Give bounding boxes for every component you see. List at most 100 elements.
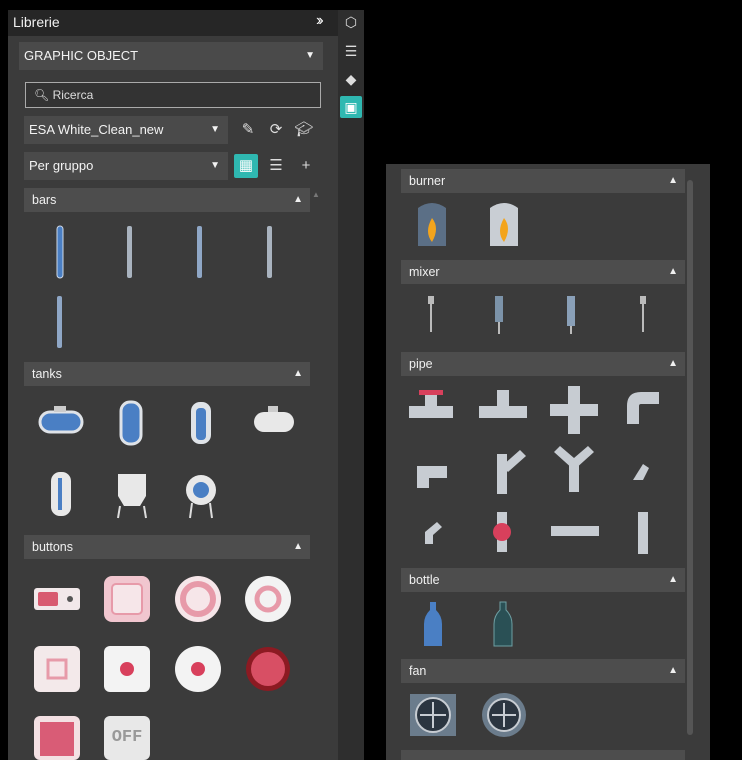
- button-square-small-item[interactable]: [34, 646, 80, 692]
- pipe-angle-item[interactable]: [633, 464, 649, 480]
- section-label: tanks: [32, 367, 62, 381]
- button-square-gradient-item[interactable]: [34, 716, 80, 760]
- button-round-ring-item[interactable]: [245, 576, 291, 622]
- chevron-down-icon: ▼: [210, 124, 220, 135]
- pipe-angle-item[interactable]: [425, 522, 442, 544]
- mixer-item[interactable]: [640, 296, 646, 332]
- add-icon[interactable]: +: [294, 154, 318, 178]
- chevron-up-icon: ▲: [668, 358, 678, 369]
- button-switch-item[interactable]: [34, 588, 80, 610]
- collapse-panel-icon[interactable]: ››: [316, 12, 323, 30]
- button-round-pink-item[interactable]: [175, 576, 221, 622]
- bottle-items: [424, 601, 513, 647]
- mixer-item[interactable]: [495, 296, 503, 334]
- pipe-valve-item[interactable]: [409, 390, 453, 418]
- bar-item[interactable]: [57, 296, 62, 348]
- scroll-up-icon[interactable]: ▲: [312, 190, 320, 199]
- tank-vertical-blue-half[interactable]: [191, 402, 211, 444]
- category-dropdown[interactable]: GRAPHIC OBJECT ▼: [19, 42, 323, 70]
- section-header-next[interactable]: [401, 750, 685, 760]
- mixer-item[interactable]: [428, 296, 434, 332]
- bottle-blue-item[interactable]: [424, 602, 442, 646]
- search-icon: 🔍︎: [34, 88, 50, 102]
- fan-round-item[interactable]: [482, 693, 526, 737]
- fan-square-item[interactable]: [410, 694, 456, 736]
- edit-pencil-icon[interactable]: ✎: [236, 118, 260, 142]
- pipe-elbow-item[interactable]: [417, 466, 447, 488]
- button-round-red-item[interactable]: [246, 647, 290, 691]
- library-value: ESA White_Clean_new: [29, 122, 164, 137]
- pipe-cross-item[interactable]: [550, 386, 598, 434]
- buttons-items: [34, 576, 291, 760]
- section-label: bars: [32, 193, 57, 207]
- library-icon[interactable]: ▣: [340, 96, 362, 118]
- grouping-dropdown[interactable]: Per gruppo ▼: [24, 152, 228, 180]
- search-input[interactable]: 🔍︎ Ricerca: [25, 82, 321, 108]
- pipe-items: [409, 386, 659, 554]
- pipe-elbow-item[interactable]: [627, 392, 659, 424]
- graduate-cap-icon[interactable]: 🎓︎: [292, 118, 316, 142]
- cube-icon[interactable]: ⬡: [340, 11, 362, 33]
- tank-hopper-white[interactable]: [117, 474, 147, 519]
- section-label: burner: [409, 174, 446, 188]
- tank-sphere-blue[interactable]: [186, 475, 216, 519]
- chevron-up-icon: ▲: [668, 175, 678, 186]
- sync-icon[interactable]: ⟳: [264, 118, 288, 142]
- side-rail: [338, 10, 364, 760]
- section-header-tanks[interactable]: tanks ▲: [24, 362, 310, 386]
- burner-item[interactable]: [418, 203, 446, 246]
- chevron-down-icon: ▼: [210, 160, 220, 171]
- section-label: pipe: [409, 357, 433, 371]
- chevron-up-icon: ▲: [293, 541, 303, 552]
- pipe-straight-vertical-item[interactable]: [638, 512, 648, 554]
- burner-items: [418, 203, 518, 246]
- pipe-double-y-item[interactable]: [554, 446, 594, 492]
- chevron-up-icon: ▲: [668, 574, 678, 585]
- pipe-straight-horizontal-item[interactable]: [551, 526, 599, 536]
- bar-item[interactable]: [197, 226, 202, 278]
- section-label: bottle: [409, 573, 440, 587]
- tanks-items: [38, 400, 294, 519]
- section-header-bars[interactable]: bars ▲: [24, 188, 310, 212]
- list-view-icon[interactable]: ☰: [264, 154, 288, 178]
- section-header-pipe[interactable]: pipe ▲: [401, 352, 685, 376]
- panel-title: Librerie: [13, 14, 60, 30]
- pipe-red-valve-item[interactable]: [493, 512, 511, 552]
- off-button-label: OFF: [111, 728, 143, 747]
- chevron-up-icon: ▲: [293, 194, 303, 205]
- bar-item[interactable]: [56, 225, 64, 279]
- bars-items: [56, 225, 272, 348]
- burner-item[interactable]: [490, 203, 518, 246]
- bar-item[interactable]: [127, 226, 132, 278]
- pipe-y-item[interactable]: [497, 450, 526, 494]
- chevron-down-icon: ▼: [305, 50, 315, 61]
- section-header-fan[interactable]: fan ▲: [401, 659, 685, 683]
- button-round-dot-item[interactable]: [175, 646, 221, 692]
- library-dropdown[interactable]: ESA White_Clean_new ▼: [24, 116, 228, 144]
- button-square-dot-item[interactable]: [104, 646, 150, 692]
- mixer-items: [428, 296, 646, 334]
- search-placeholder: Ricerca: [52, 88, 94, 102]
- bottle-teal-item[interactable]: [493, 601, 513, 647]
- bar-item[interactable]: [267, 226, 272, 278]
- pipe-tee-item[interactable]: [479, 390, 527, 418]
- layers-icon[interactable]: ◆: [340, 68, 362, 90]
- tank-horizontal-blue[interactable]: [38, 406, 84, 434]
- scrollbar[interactable]: [687, 180, 693, 735]
- tank-vertical-white[interactable]: [51, 472, 71, 516]
- section-label: buttons: [32, 540, 74, 554]
- tank-vertical-blue[interactable]: [119, 400, 143, 446]
- tank-horizontal-white[interactable]: [254, 406, 294, 432]
- button-square-pink-item[interactable]: [104, 576, 150, 622]
- chevron-up-icon: ▲: [668, 266, 678, 277]
- section-header-bottle[interactable]: bottle ▲: [401, 568, 685, 592]
- section-header-burner[interactable]: burner ▲: [401, 169, 685, 193]
- mixer-item[interactable]: [567, 296, 575, 334]
- section-header-mixer[interactable]: mixer ▲: [401, 260, 685, 284]
- section-header-buttons[interactable]: buttons ▲: [24, 535, 310, 559]
- list-tree-icon[interactable]: ☰: [340, 40, 362, 62]
- section-label: mixer: [409, 265, 440, 279]
- fan-items: [410, 693, 526, 737]
- grid-view-icon[interactable]: ▦: [234, 154, 258, 178]
- section-label: fan: [409, 664, 427, 678]
